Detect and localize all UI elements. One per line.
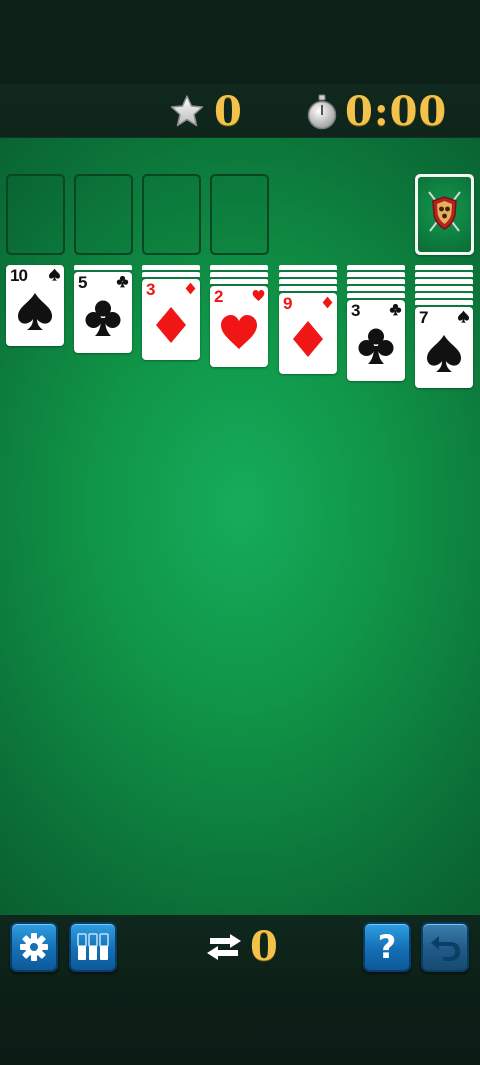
diamond-icon [156, 307, 186, 343]
tableau-pile-7[interactable]: 7 [415, 265, 473, 388]
spade-icon [457, 310, 470, 323]
card-3-of-diamonds[interactable]: 3 [142, 279, 200, 360]
foundation-slot-3[interactable] [142, 174, 201, 255]
club-icon [85, 300, 121, 336]
tableau-pile-5[interactable]: 9 [279, 265, 337, 374]
face-down-card [347, 286, 405, 293]
card-rank: 9 [283, 294, 293, 313]
face-down-card [210, 279, 268, 286]
diamond-icon [185, 282, 196, 295]
heart-icon [221, 315, 257, 349]
card-rank: 5 [78, 273, 88, 292]
stats-button[interactable] [69, 922, 117, 972]
card-rank: 3 [351, 301, 361, 320]
moves-value: 0 [250, 923, 278, 970]
gear-icon [20, 933, 48, 961]
club-icon [116, 275, 129, 288]
tableau-pile-1[interactable]: 10 [6, 265, 64, 346]
spade-icon [48, 268, 61, 281]
card-rank: 3 [146, 280, 156, 299]
face-down-card [415, 293, 473, 300]
face-down-card [210, 272, 268, 279]
timer-value: 0:00 [345, 88, 448, 135]
face-down-card [279, 265, 337, 272]
card-columns-icon [77, 933, 109, 960]
face-down-card [74, 265, 132, 272]
card-2-of-hearts[interactable]: 2 [210, 286, 268, 367]
face-down-card [415, 300, 473, 307]
face-down-card [142, 272, 200, 279]
face-down-card [347, 265, 405, 272]
spade-icon [427, 335, 461, 372]
face-down-card [279, 272, 337, 279]
card-rank: 10 [10, 266, 28, 285]
help-label: ? [377, 928, 397, 966]
card-rank: 2 [214, 287, 224, 306]
face-down-card [347, 272, 405, 279]
diamond-icon [293, 321, 323, 357]
score-bar: 0 0:00 [0, 84, 480, 138]
card-7-of-spades[interactable]: 7 [415, 307, 473, 388]
face-down-card [142, 265, 200, 272]
foundation-slot-1[interactable] [6, 174, 65, 255]
shield-swords-card-back-icon [428, 191, 461, 232]
tableau-pile-4[interactable]: 2 [210, 265, 268, 367]
settings-button[interactable] [10, 922, 58, 972]
top-bar [0, 0, 480, 84]
diamond-icon [322, 296, 333, 309]
undo-button[interactable] [421, 922, 469, 972]
card-rank: 7 [419, 308, 429, 327]
face-down-card [279, 286, 337, 293]
spade-icon [18, 293, 52, 330]
undo-icon [431, 936, 460, 961]
stock-pile[interactable] [415, 174, 474, 255]
foundation-slot-4[interactable] [210, 174, 269, 255]
face-down-card [415, 272, 473, 279]
card-back [418, 177, 471, 252]
face-down-card [415, 279, 473, 286]
star-icon [170, 95, 204, 127]
help-button[interactable]: ? [363, 922, 411, 972]
tableau-pile-3[interactable]: 3 [142, 265, 200, 360]
game-table: 10 5 3 2 9 3 7 [0, 138, 480, 915]
club-icon [389, 303, 402, 316]
card-5-of-clubs[interactable]: 5 [74, 272, 132, 353]
bottom-toolbar: 0 ? [0, 915, 480, 1065]
card-10-of-spades[interactable]: 10 [6, 265, 64, 346]
stopwatch-icon [307, 94, 337, 130]
card-9-of-diamonds[interactable]: 9 [279, 293, 337, 374]
club-icon [358, 328, 394, 364]
face-down-card [279, 279, 337, 286]
face-down-card [347, 279, 405, 286]
score-value: 0 [214, 88, 243, 135]
face-down-card [347, 293, 405, 300]
swap-arrows-icon [207, 934, 241, 960]
heart-icon [252, 289, 265, 302]
card-3-of-clubs[interactable]: 3 [347, 300, 405, 381]
face-down-card [415, 286, 473, 293]
foundation-slot-2[interactable] [74, 174, 133, 255]
face-down-card [415, 265, 473, 272]
face-down-card [210, 265, 268, 272]
tableau-pile-6[interactable]: 3 [347, 265, 405, 381]
tableau-pile-2[interactable]: 5 [74, 265, 132, 353]
